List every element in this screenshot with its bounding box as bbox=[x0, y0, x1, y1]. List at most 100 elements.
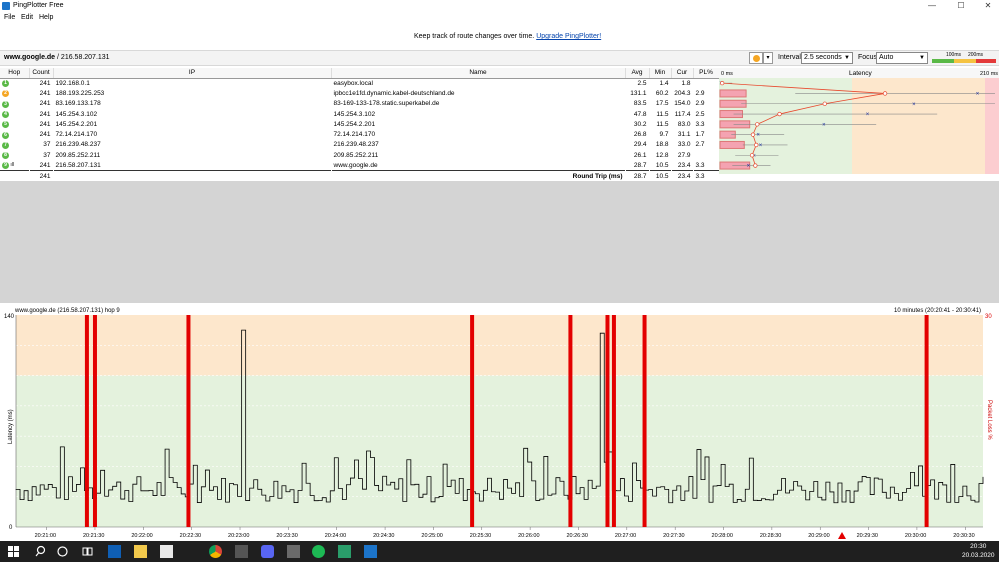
window-title: PingPlotter Free bbox=[13, 2, 64, 9]
packet-loss-bar bbox=[719, 89, 747, 98]
latency-zone-warn bbox=[852, 68, 985, 174]
col-min[interactable]: Min bbox=[649, 68, 672, 79]
pause-dropdown[interactable]: ▾ bbox=[763, 52, 773, 64]
rt-ip bbox=[53, 170, 331, 181]
pingplotter-taskbar-icon[interactable] bbox=[364, 545, 377, 558]
rt-avg: 28.7 bbox=[625, 170, 649, 181]
hop-status-icon: 4 bbox=[2, 111, 9, 119]
search-icon[interactable] bbox=[35, 545, 48, 558]
min-cell: 17.5 bbox=[655, 100, 669, 108]
min-cell: 11.5 bbox=[656, 120, 669, 128]
interval-value: 2.5 seconds bbox=[804, 54, 842, 61]
avg-cell: 30.2 bbox=[633, 120, 647, 128]
x-tick-label: 20:24:00 bbox=[325, 533, 346, 539]
col-pl[interactable]: PL% bbox=[693, 68, 720, 79]
hop-status-icon: 9 bbox=[2, 162, 9, 170]
cur-cell: 31.1 bbox=[677, 131, 691, 139]
app-icon-3[interactable] bbox=[338, 545, 351, 558]
cur-cell: 1.8 bbox=[681, 79, 691, 87]
count-cell: 241 bbox=[39, 120, 51, 128]
cortana-icon[interactable] bbox=[56, 545, 69, 558]
table-row[interactable]: 9 ıll 241 216.58.207.131 www.google.de 28.7 1… bbox=[0, 160, 719, 170]
minimize-button[interactable]: — bbox=[921, 0, 943, 12]
avg-latency-point bbox=[822, 101, 827, 106]
table-row[interactable]: 4 241 145.254.3.102 145.254.3.102 47.8 11.5 11… bbox=[0, 109, 719, 119]
ip-cell: 216.239.48.237 bbox=[55, 141, 101, 149]
pl-cell bbox=[693, 78, 719, 88]
x-tick-label: 20:29:00 bbox=[808, 533, 829, 539]
taskbar bbox=[0, 541, 999, 562]
chevron-down-icon: ▼ bbox=[844, 55, 850, 61]
timeline-graph: www.google.de (216.58.207.131) hop 9 10 … bbox=[0, 304, 999, 541]
col-hop[interactable]: Hop bbox=[0, 68, 30, 79]
ip-cell: 188.193.225.253 bbox=[55, 89, 105, 97]
focus-select[interactable]: Auto ▼ bbox=[876, 52, 928, 64]
store-icon[interactable] bbox=[160, 545, 173, 558]
y-right-label: Packet Loss % bbox=[986, 400, 992, 440]
col-count[interactable]: Count bbox=[29, 68, 54, 79]
current-latency-mark: × bbox=[756, 133, 760, 139]
rt-cur: 23.4 bbox=[671, 170, 693, 181]
avg-cell: 2.5 bbox=[637, 79, 647, 87]
rt-label: Round Trip (ms) bbox=[331, 170, 625, 181]
y-axis-max: 140 bbox=[4, 314, 15, 320]
avg-latency-point bbox=[755, 122, 760, 127]
focus-marker[interactable] bbox=[838, 532, 846, 539]
system-clock[interactable]: 20:30 20.03.2020 bbox=[962, 542, 995, 560]
avg-latency-point bbox=[720, 80, 725, 86]
col-avg[interactable]: Avg bbox=[625, 68, 650, 79]
count-cell: 241 bbox=[39, 131, 51, 139]
pause-button[interactable] bbox=[749, 52, 763, 64]
cur-cell: 27.9 bbox=[677, 151, 691, 159]
avg-cell: 28.7 bbox=[633, 161, 647, 169]
interval-select[interactable]: 2.5 seconds ▼ bbox=[801, 52, 853, 64]
table-row[interactable]: 1 241 192.168.0.1 easybox.local 2.5 1.4 1.8 bbox=[0, 78, 719, 88]
target-ip: / 216.58.207.131 bbox=[57, 54, 110, 61]
task-view-icon[interactable] bbox=[81, 545, 94, 558]
name-cell: easybox.local bbox=[333, 79, 373, 87]
menu-edit[interactable]: Edit bbox=[21, 14, 33, 21]
col-name[interactable]: Name bbox=[331, 68, 626, 79]
pl-cell: 2.9 bbox=[695, 100, 705, 108]
hop-cell: 6 bbox=[0, 129, 29, 139]
table-row[interactable]: 2 241 188.193.225.253 ipbcc1e1fd.dynamic.ka… bbox=[0, 88, 719, 98]
chrome-icon[interactable] bbox=[209, 545, 222, 558]
close-button[interactable]: ✕ bbox=[977, 0, 999, 12]
app-icon-1[interactable] bbox=[235, 545, 248, 558]
table-row[interactable]: 8 37 209.85.252.211 209.85.252.211 26.1 12.8 2… bbox=[0, 150, 719, 160]
hop-status-icon: 1 bbox=[2, 80, 9, 88]
table-row[interactable]: 5 241 145.254.2.201 145.254.2.201 30.2 11.5 83… bbox=[0, 119, 719, 129]
name-cell: 209.85.252.211 bbox=[333, 151, 379, 159]
focus-value: Auto bbox=[879, 54, 894, 61]
hop-cell: 3 bbox=[0, 99, 29, 109]
discord-icon[interactable] bbox=[261, 545, 274, 558]
col-cur[interactable]: Cur bbox=[671, 68, 694, 79]
menu-bar bbox=[0, 12, 999, 24]
latency-max-label: 210 ms bbox=[980, 71, 998, 77]
spotify-icon[interactable] bbox=[312, 545, 325, 558]
menu-help[interactable]: Help bbox=[39, 14, 53, 21]
app-icon bbox=[2, 2, 10, 10]
hop-cell: 4 bbox=[0, 109, 29, 119]
avg-cell: 83.5 bbox=[633, 100, 647, 108]
col-ip[interactable]: IP bbox=[53, 68, 332, 79]
target-address[interactable]: www.google.de / 216.58.207.131 bbox=[4, 54, 110, 61]
interval-label: Interval bbox=[778, 54, 801, 61]
outlook-icon[interactable] bbox=[108, 545, 121, 558]
count-cell: 241 bbox=[39, 79, 51, 87]
min-cell: 10.5 bbox=[655, 161, 669, 169]
packet-loss-bar bbox=[719, 140, 745, 149]
table-row[interactable]: 7 37 216.239.48.237 216.239.48.237 29.4 18.8 3… bbox=[0, 140, 719, 150]
maximize-button[interactable]: ☐ bbox=[950, 0, 972, 12]
file-explorer-icon[interactable] bbox=[134, 545, 147, 558]
menu-file[interactable]: File bbox=[4, 14, 15, 21]
table-row[interactable]: 6 241 72.14.214.170 72.14.214.170 26.8 9.7 31.… bbox=[0, 129, 719, 139]
windows-start-icon[interactable] bbox=[8, 546, 19, 557]
app-icon-2[interactable] bbox=[287, 545, 300, 558]
x-tick-label: 20:29:30 bbox=[857, 533, 878, 539]
upgrade-link[interactable]: Upgrade PingPlotter! bbox=[536, 33, 601, 40]
hop-status-icon: 8 bbox=[2, 152, 9, 160]
table-row[interactable]: 3 241 83.169.133.178 83-169-133-178.static.… bbox=[0, 99, 719, 109]
avg-latency-point bbox=[777, 111, 782, 117]
min-cell: 9.7 bbox=[659, 131, 669, 139]
